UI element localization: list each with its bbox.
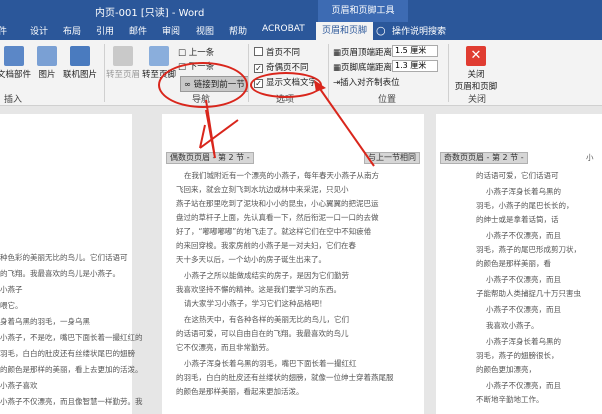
- annotation-arrowhead: [314, 80, 326, 92]
- annotation-arrow: [205, 99, 216, 159]
- annotation-arrow: [199, 119, 239, 149]
- annotation-arrow: [317, 85, 375, 167]
- annotation-arrows: [199, 80, 375, 167]
